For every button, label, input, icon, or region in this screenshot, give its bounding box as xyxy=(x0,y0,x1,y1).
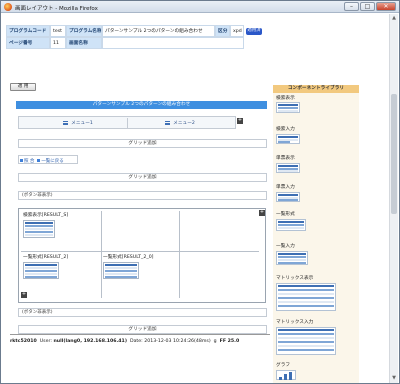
library-item-search-input: 検索入力 xyxy=(276,127,295,132)
library-thumb-single-display[interactable] xyxy=(276,163,300,173)
library-thumb-single-input[interactable] xyxy=(276,192,300,202)
screen-name-value xyxy=(102,37,244,49)
button-hidden-note-2: (ボタン非表示) xyxy=(18,308,267,317)
footer-user: null(lang0, 192.168.106.41) xyxy=(53,339,127,344)
status-badge[interactable]: 適用済 xyxy=(246,28,262,35)
library-item-search-display: 検索表示 xyxy=(276,96,295,101)
footer-date: 2013-12-03 10:24:26(48ms) xyxy=(144,339,211,344)
scroll-down-icon[interactable]: ▼ xyxy=(391,375,397,381)
library-thumb-matrix-input[interactable] xyxy=(276,327,336,355)
library-item-matrix-display: マトリックス表示 xyxy=(276,276,314,281)
kubun-label: 区分 xyxy=(215,25,230,37)
grid-add-button-3[interactable]: グリッド追加 xyxy=(18,325,267,334)
footer-info: rktc52010 User: null(lang0, 192.168.106.… xyxy=(10,339,240,344)
menu-icon xyxy=(165,120,171,125)
page-number-label: ページ番号 xyxy=(6,37,50,49)
link-back-to-list[interactable]: 一覧に戻る xyxy=(41,159,64,164)
window-title: 画面レイアウト - Mozilla Firefox xyxy=(15,6,98,12)
square-icon xyxy=(20,159,23,162)
library-thumb-matrix-display[interactable] xyxy=(276,283,336,311)
grid-add-button-2[interactable]: グリッド追加 xyxy=(18,173,267,182)
result-label-2: 一覧形式[RESULT_2] xyxy=(23,255,69,260)
add-row-icon[interactable]: + xyxy=(21,292,27,298)
page-number-value: 11 xyxy=(50,37,66,49)
grid-add-button-1[interactable]: グリッド追加 xyxy=(18,139,267,148)
menu-bar: メニュー1 メニュー2 xyxy=(18,116,236,129)
library-thumb-list[interactable] xyxy=(276,219,306,231)
close-button[interactable]: ✕ xyxy=(376,2,396,11)
pattern-title-bar: パターンサンプル 2つのパターンの組み合わせ xyxy=(16,101,267,109)
library-thumb-list-input[interactable] xyxy=(276,251,308,265)
list-thumbnail-1[interactable] xyxy=(23,262,59,279)
footer-browser: FF 25.0 xyxy=(219,339,240,344)
library-item-single-input: 単票入力 xyxy=(276,185,295,190)
program-code-label: プログラムコード xyxy=(6,25,50,37)
apply-button[interactable]: 適 用 xyxy=(10,83,36,91)
program-code-value: test xyxy=(50,25,66,37)
menu-icon xyxy=(63,120,69,125)
add-column-icon[interactable]: + xyxy=(259,210,265,216)
list-thumbnail-2[interactable] xyxy=(103,262,139,279)
firefox-icon xyxy=(4,3,12,11)
library-item-list: 一覧形式 xyxy=(276,212,295,217)
browser-window: 画面レイアウト - Mozilla Firefox – □ ✕ プログラムコード… xyxy=(0,0,400,384)
link-shougou[interactable]: 照 合 xyxy=(24,159,34,164)
program-name-value: パターンサンプル 2つのパターンの組み合わせ xyxy=(102,25,215,37)
layout-canvas: パターンサンプル 2つのパターンの組み合わせ メニュー1 メニュー2 + グリッ… xyxy=(16,101,267,356)
screen-name-label: 画面名称 xyxy=(66,37,102,49)
page-content: プログラムコード test プログラム名称 パターンサンプル 2つのパターンの組… xyxy=(2,14,398,383)
kubun-value: xpd xyxy=(230,25,244,37)
vertical-scrollbar[interactable]: ▲ ▼ xyxy=(389,14,398,383)
search-display-thumbnail[interactable] xyxy=(23,220,55,238)
program-header: プログラムコード test プログラム名称 パターンサンプル 2つのパターンの組… xyxy=(6,25,274,49)
result-grid: + + 検索表示[RESULT_S] 一覧形式[RESULT_2] 一覧形式[R… xyxy=(18,208,266,303)
scroll-up-icon[interactable]: ▲ xyxy=(391,15,397,21)
footer-host: rktc52010 xyxy=(10,339,37,344)
footer-g: g xyxy=(213,339,217,344)
square-icon xyxy=(37,159,41,162)
result-label-3: 一覧形式[RESULT_2_0] xyxy=(103,255,154,260)
component-library: コンポーネントライブラリ 検索表示 検索入力 単票表示 単票入力 一覧形式 一覧… xyxy=(273,85,359,383)
library-item-single-display: 単票表示 xyxy=(276,156,295,161)
button-hidden-note-1: (ボタン非表示) xyxy=(18,191,267,200)
library-title: コンポーネントライブラリ xyxy=(273,85,359,93)
maximize-button[interactable]: □ xyxy=(360,2,375,11)
program-name-label: プログラム名称 xyxy=(66,25,102,37)
result-label-1: 検索表示[RESULT_S] xyxy=(23,213,69,218)
menu-tab-1[interactable]: メニュー1 xyxy=(29,119,127,128)
minimize-button[interactable]: – xyxy=(344,2,359,11)
library-thumb-search-display[interactable] xyxy=(276,102,300,113)
library-item-graph: グラフ xyxy=(276,363,291,368)
title-bar: 画面レイアウト - Mozilla Firefox – □ ✕ xyxy=(1,1,399,13)
link-row: 照 合 一覧に戻る xyxy=(20,158,64,164)
add-menu-icon[interactable]: + xyxy=(237,118,243,124)
library-item-matrix-input: マトリックス入力 xyxy=(276,320,314,325)
footer-divider xyxy=(10,334,270,335)
library-item-list-input: 一覧入力 xyxy=(276,244,295,249)
library-thumb-search-input[interactable] xyxy=(276,134,300,144)
scrollbar-thumb[interactable] xyxy=(391,94,397,214)
library-thumb-graph[interactable] xyxy=(276,370,296,380)
menu-tab-2[interactable]: メニュー2 xyxy=(131,119,229,128)
